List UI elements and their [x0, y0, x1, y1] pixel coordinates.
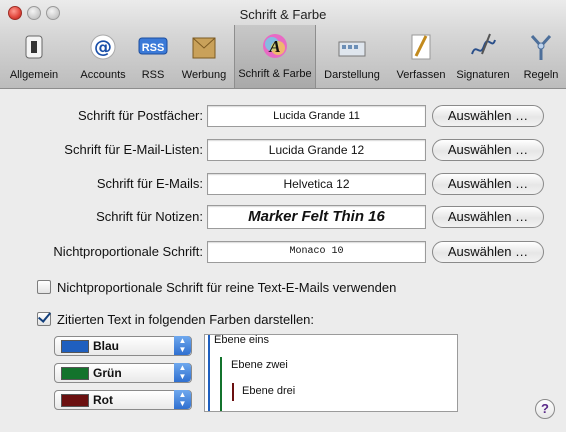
toolbar-label: Regeln — [523, 69, 559, 81]
notes-select-button[interactable]: Auswählen … — [432, 206, 544, 228]
window-title: Schrift & Farbe — [239, 7, 327, 22]
toolbar-label: Accounts — [80, 69, 126, 81]
updown-arrows-icon: ▲ ▼ — [174, 363, 191, 382]
monospace-plain-checkbox[interactable] — [37, 280, 51, 294]
toolbar-label: Allgemein — [9, 69, 59, 81]
rules-icon — [530, 34, 552, 60]
title-bar: Schrift & Farbe Allgemein @ Accounts RSS… — [0, 0, 566, 89]
popup-label: Grün — [93, 366, 122, 380]
quote-colors-checkbox[interactable] — [37, 312, 51, 326]
quote-level1-color-popup[interactable]: Blau ▲ ▼ — [54, 336, 192, 356]
monospace-plain-label: Nichtproportionale Schrift für reine Tex… — [57, 280, 397, 295]
svg-text:RSS: RSS — [142, 42, 165, 54]
toolbar-item-signaturen[interactable]: Signaturen — [452, 26, 514, 86]
toolbar-item-darstellung[interactable]: Darstellung — [318, 26, 386, 86]
postfaecher-select-button[interactable]: Auswählen … — [432, 105, 544, 127]
quote-colors-option[interactable]: Zitierten Text in folgenden Farben darst… — [37, 312, 314, 327]
mail-font-label: Schrift für E-Mails: — [96, 176, 203, 191]
svg-text:@: @ — [94, 37, 112, 58]
monospace-select-button[interactable]: Auswählen … — [432, 241, 544, 263]
notes-font-field: Marker Felt Thin 16 — [207, 205, 426, 229]
toolbar-label: Signaturen — [456, 69, 510, 81]
signature-icon — [471, 33, 496, 55]
rss-icon: RSS — [138, 37, 168, 55]
preferences-content: Schrift für Postfächer: Lucida Grande 11… — [0, 89, 566, 432]
monospace-font-label: Nichtproportionale Schrift: — [53, 244, 203, 259]
quote-level3-text: Ebene drei — [242, 385, 296, 397]
preferences-window: Schrift & Farbe Allgemein @ Accounts RSS… — [0, 0, 566, 432]
svg-text:A: A — [268, 37, 280, 56]
updown-arrows-icon: ▲ ▼ — [174, 336, 191, 355]
quote-level2-color-popup[interactable]: Grün ▲ ▼ — [54, 363, 192, 383]
at-sign-icon: @ — [90, 34, 116, 60]
switch-icon — [25, 35, 43, 59]
toolbar-label: Schrift & Farbe — [238, 68, 312, 80]
monospace-plain-option[interactable]: Nichtproportionale Schrift für reine Tex… — [37, 280, 396, 295]
quote-level3-color-popup[interactable]: Rot ▲ ▼ — [54, 390, 192, 410]
toolbar-item-accounts[interactable]: @ Accounts — [74, 26, 132, 86]
quote-colors-label: Zitierten Text in folgenden Farben darst… — [57, 312, 315, 327]
postfaecher-font-label: Schrift für Postfächer: — [78, 108, 203, 123]
updown-arrows-icon: ▲ ▼ — [174, 390, 191, 409]
color-swatch — [61, 394, 89, 407]
toolbar-item-schrift-farbe[interactable]: A Schrift & Farbe — [234, 25, 316, 88]
toolbar-label: Darstellung — [324, 69, 380, 81]
popup-label: Blau — [93, 339, 120, 353]
color-swatch — [61, 367, 89, 380]
mail-list-font-field: Lucida Grande 12 — [207, 139, 426, 161]
toolbar-label: Verfassen — [396, 69, 446, 81]
toolbar-item-rss[interactable]: RSS RSS — [134, 26, 172, 86]
toolbar-item-regeln[interactable]: Regeln — [518, 26, 564, 86]
popup-label: Rot — [93, 393, 113, 407]
quote-preview: Ebene eins Ebene zwei Ebene drei — [204, 334, 458, 412]
toolbar-item-allgemein[interactable]: Allgemein — [4, 26, 64, 86]
quote-bar-level3 — [232, 383, 234, 401]
display-icon — [338, 41, 366, 57]
mail-list-select-button[interactable]: Auswählen … — [432, 139, 544, 161]
monospace-font-field: Monaco 10 — [207, 241, 426, 263]
mail-font-field: Helvetica 12 — [207, 173, 426, 195]
pencil-icon — [411, 34, 431, 60]
mail-list-font-label: Schrift für E-Mail-Listen: — [64, 142, 203, 157]
notes-font-label: Schrift für Notizen: — [96, 209, 203, 224]
help-button[interactable]: ? — [535, 399, 555, 419]
toolbar-label: Werbung — [181, 69, 227, 81]
postfaecher-font-field: Lucida Grande 11 — [207, 105, 426, 127]
mail-select-button[interactable]: Auswählen … — [432, 173, 544, 195]
toolbar-item-werbung[interactable]: Werbung — [176, 26, 232, 86]
quote-bar-level2 — [220, 357, 222, 411]
toolbar-item-verfassen[interactable]: Verfassen — [390, 26, 452, 86]
quote-level1-text: Ebene eins — [214, 334, 270, 346]
font-color-icon: A — [263, 34, 287, 58]
toolbar-label: RSS — [141, 69, 165, 81]
junk-mail-icon — [192, 37, 216, 59]
color-swatch — [61, 340, 89, 353]
quote-level2-text: Ebene zwei — [231, 359, 288, 371]
quote-bar-level1 — [208, 335, 210, 411]
